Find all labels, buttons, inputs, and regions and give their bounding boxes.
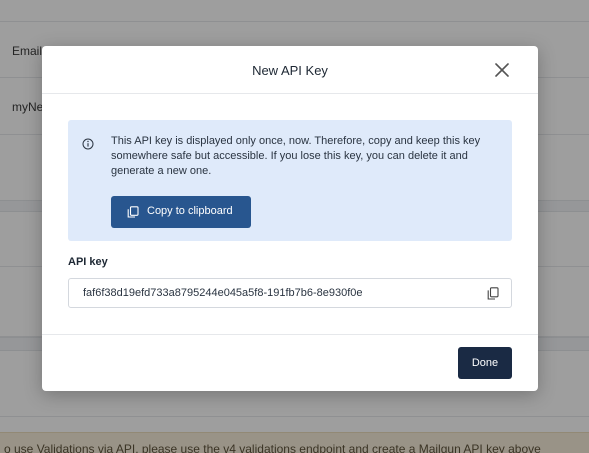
copy-button-label: Copy to clipboard (147, 205, 233, 217)
close-button[interactable] (492, 60, 512, 80)
modal-title: New API Key (252, 63, 328, 78)
api-key-modal: New API Key This API key is displayed on… (42, 46, 538, 391)
info-text: This API key is displayed only once, now… (111, 135, 481, 177)
info-callout: This API key is displayed only once, now… (68, 120, 512, 241)
copy-icon (127, 206, 139, 218)
api-key-value[interactable]: faf6f38d19efd733a8795244e045a5f8-191fb7b… (83, 287, 363, 299)
api-key-label: API key (68, 256, 108, 268)
api-key-field[interactable]: faf6f38d19efd733a8795244e045a5f8-191fb7b… (68, 278, 512, 308)
copy-to-clipboard-button[interactable]: Copy to clipboard (111, 196, 251, 228)
info-icon (82, 138, 94, 150)
done-button[interactable]: Done (458, 347, 512, 379)
modal-footer-divider (42, 334, 538, 335)
modal-header: New API Key (42, 46, 538, 94)
close-icon (495, 63, 509, 77)
copy-icon[interactable] (487, 287, 499, 300)
